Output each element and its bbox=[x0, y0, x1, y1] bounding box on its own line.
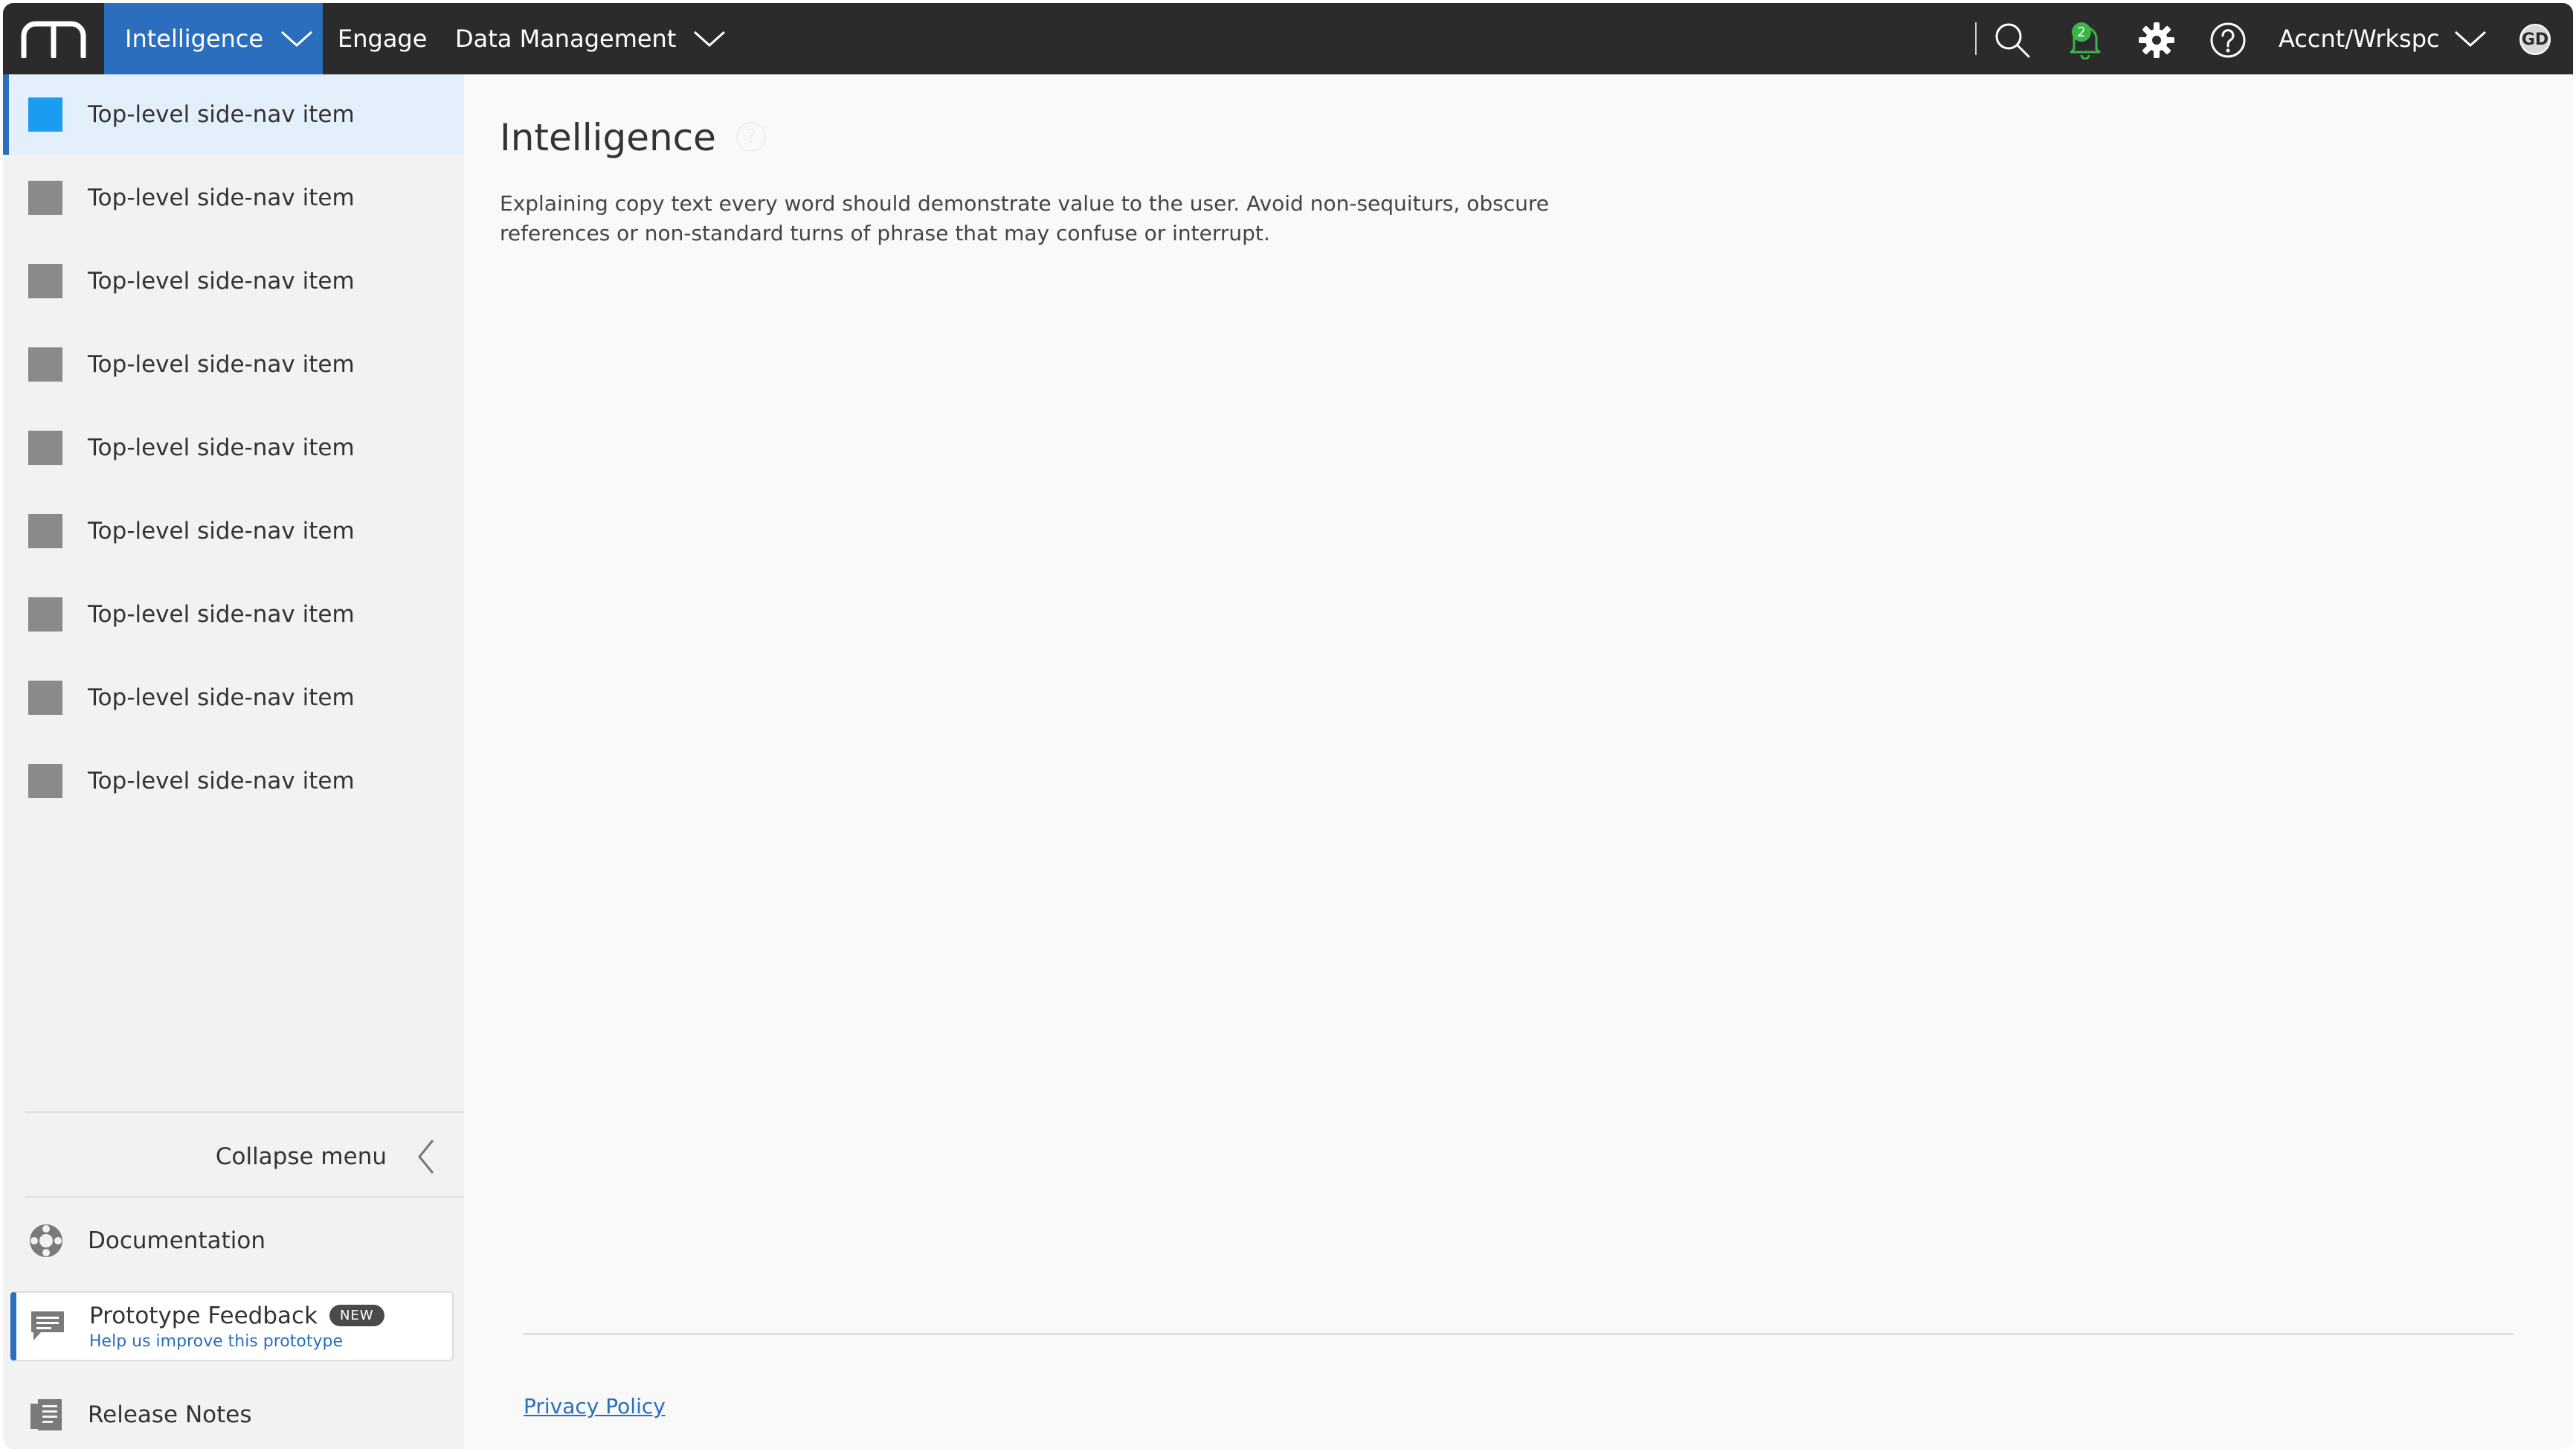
side-nav-item[interactable]: Top-level side-nav item bbox=[3, 241, 464, 321]
search-icon bbox=[1995, 23, 2030, 58]
prototype-feedback-card[interactable]: Prototype Feedback NEW Help us improve t… bbox=[10, 1291, 454, 1361]
nav-square-icon bbox=[28, 431, 62, 465]
nav-square-icon bbox=[28, 764, 62, 798]
avatar[interactable]: GD bbox=[2519, 24, 2551, 55]
help-tooltip-icon[interactable]: ? bbox=[736, 122, 766, 152]
side-nav-item-label: Top-level side-nav item bbox=[88, 518, 355, 544]
documentation-label: Documentation bbox=[88, 1227, 265, 1254]
gear-icon bbox=[2139, 22, 2174, 58]
toolbar-divider bbox=[1975, 22, 1977, 55]
side-nav-item[interactable]: Top-level side-nav item bbox=[3, 741, 464, 821]
nav-square-icon bbox=[28, 97, 62, 132]
help-circle-icon bbox=[2210, 22, 2246, 58]
side-nav-item[interactable]: Top-level side-nav item bbox=[3, 408, 464, 488]
app-window: Intelligence Engage Data Management 2 Ac… bbox=[3, 3, 2573, 1449]
brand-logo-icon bbox=[21, 21, 86, 58]
collapse-menu-label: Collapse menu bbox=[215, 1143, 387, 1170]
side-nav-item-label: Top-level side-nav item bbox=[88, 768, 355, 794]
side-nav-item-label: Top-level side-nav item bbox=[88, 268, 355, 295]
new-badge: NEW bbox=[329, 1305, 384, 1326]
side-nav-item-label: Top-level side-nav item bbox=[88, 351, 355, 378]
nav-tab-intelligence[interactable]: Intelligence bbox=[104, 3, 323, 74]
nav-square-icon bbox=[28, 264, 62, 298]
side-nav-item[interactable]: Top-level side-nav item bbox=[3, 158, 464, 238]
nav-square-icon bbox=[28, 597, 62, 632]
settings-button[interactable] bbox=[2137, 21, 2176, 60]
chevron-down-icon bbox=[280, 29, 314, 48]
nav-tab-data-management[interactable]: Data Management bbox=[455, 3, 738, 74]
help-button[interactable] bbox=[2209, 21, 2247, 60]
brand-logo[interactable] bbox=[3, 3, 104, 74]
feedback-text: Prototype Feedback NEW Help us improve t… bbox=[89, 1302, 384, 1351]
release-notes-icon bbox=[27, 1395, 65, 1434]
main-content: Intelligence ? Explaining copy text ever… bbox=[464, 74, 2573, 1449]
page-description: Explaining copy text every word should d… bbox=[500, 191, 1549, 245]
chevron-down-icon bbox=[2453, 29, 2488, 48]
release-notes-link[interactable]: Release Notes bbox=[3, 1381, 464, 1449]
nav-tab-engage[interactable]: Engage bbox=[338, 3, 442, 74]
documentation-link[interactable]: Documentation bbox=[3, 1205, 464, 1276]
side-nav-item-label: Top-level side-nav item bbox=[88, 184, 355, 211]
nav-tab-engage-label: Engage bbox=[338, 25, 428, 53]
side-nav: Top-level side-nav item Top-level side-n… bbox=[3, 74, 464, 1449]
side-nav-item-label: Top-level side-nav item bbox=[88, 101, 355, 128]
side-nav-item-label: Top-level side-nav item bbox=[88, 684, 355, 711]
side-nav-item[interactable]: Top-level side-nav item bbox=[3, 658, 464, 738]
notification-count-badge: 2 bbox=[2072, 22, 2091, 42]
nav-square-icon bbox=[28, 347, 62, 382]
side-nav-item[interactable]: Top-level side-nav item bbox=[3, 324, 464, 405]
privacy-policy-link[interactable]: Privacy Policy bbox=[524, 1394, 666, 1419]
feedback-title: Prototype Feedback bbox=[89, 1302, 318, 1329]
account-label: Accnt/Wrkspc bbox=[2279, 25, 2440, 53]
feedback-title-row: Prototype Feedback NEW bbox=[89, 1302, 384, 1329]
chevron-down-icon bbox=[692, 29, 727, 48]
page-title: Intelligence bbox=[500, 116, 716, 159]
footer-divider bbox=[524, 1333, 2514, 1335]
collapse-divider-top bbox=[25, 1111, 464, 1113]
top-bar: Intelligence Engage Data Management 2 Ac… bbox=[3, 3, 2573, 74]
side-nav-item-label: Top-level side-nav item bbox=[88, 434, 355, 461]
side-nav-item[interactable]: Top-level side-nav item bbox=[3, 491, 464, 571]
nav-square-icon bbox=[28, 681, 62, 715]
nav-tab-data-management-label: Data Management bbox=[455, 25, 677, 53]
nav-square-icon bbox=[28, 514, 62, 548]
collapse-menu-button[interactable]: Collapse menu bbox=[3, 1116, 464, 1198]
side-nav-item[interactable]: Top-level side-nav item bbox=[3, 74, 464, 155]
collapse-divider-bottom bbox=[25, 1196, 464, 1198]
side-nav-item-label: Top-level side-nav item bbox=[88, 601, 355, 628]
account-switcher[interactable]: Accnt/Wrkspc bbox=[2279, 3, 2488, 74]
lifebuoy-icon bbox=[27, 1221, 65, 1260]
nav-square-icon bbox=[28, 181, 62, 215]
release-notes-label: Release Notes bbox=[88, 1401, 252, 1428]
nav-tab-intelligence-label: Intelligence bbox=[125, 25, 264, 53]
feedback-subtitle: Help us improve this prototype bbox=[89, 1331, 343, 1351]
side-nav-item[interactable]: Top-level side-nav item bbox=[3, 574, 464, 655]
search-button[interactable] bbox=[1993, 21, 2032, 60]
chevron-left-icon bbox=[416, 1138, 436, 1175]
chat-bubble-icon bbox=[28, 1307, 67, 1346]
